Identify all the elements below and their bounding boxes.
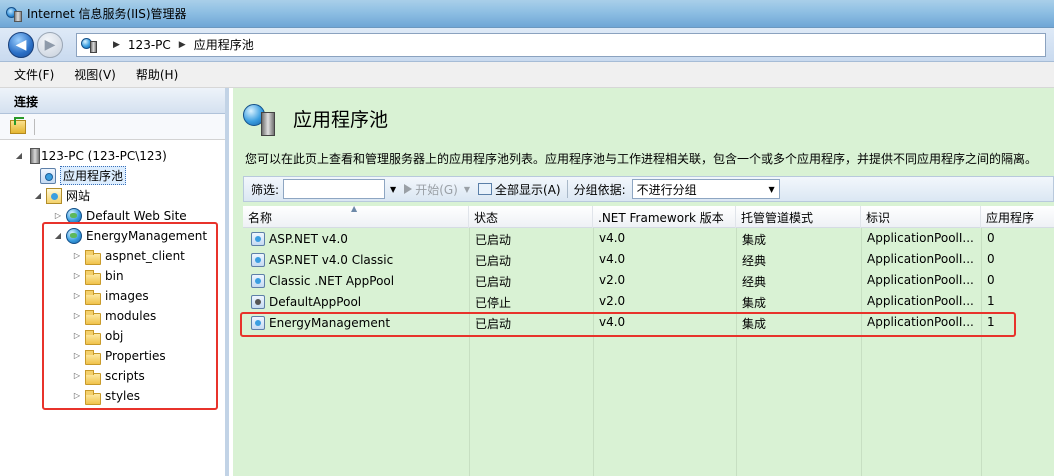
server-icon xyxy=(30,147,40,164)
chevron-right-icon: ▶ xyxy=(113,39,120,50)
page-description: 您可以在此页上查看和管理服务器上的应用程序池列表。应用程序池与工作进程相关联，包… xyxy=(245,152,1038,166)
app-pool-stopped-icon xyxy=(251,294,265,309)
app-pool-icon xyxy=(251,231,265,246)
breadcrumb-server[interactable]: 123-PC xyxy=(128,38,171,52)
sites-icon xyxy=(46,187,62,204)
window-title: Internet 信息服务(IIS)管理器 xyxy=(27,7,187,21)
table-row[interactable]: ASP.NET v4.0 Classic 已启动 v4.0 经典 Applica… xyxy=(243,249,1054,270)
address-bar: ◀ ▶ ▶ 123-PC ▶ 应用程序池 xyxy=(0,28,1054,62)
start-button[interactable]: 开始(G) xyxy=(404,181,458,198)
column-header-name[interactable]: ▲ 名称 xyxy=(243,204,469,228)
column-header-status[interactable]: 状态 xyxy=(469,206,593,228)
tree-node-app-pools[interactable]: 应用程序池 xyxy=(40,166,127,185)
start-dropdown-icon[interactable]: ▼ xyxy=(464,185,470,194)
chevron-right-icon: ▶ xyxy=(178,39,186,50)
iis-app-icon xyxy=(6,6,22,22)
connect-icon[interactable] xyxy=(10,116,26,134)
column-header-identity[interactable]: 标识 xyxy=(861,206,981,228)
show-all-icon xyxy=(478,183,493,195)
column-header-applications[interactable]: 应用程序 xyxy=(981,206,1054,228)
title-bar: Internet 信息服务(IIS)管理器 xyxy=(0,0,1054,28)
expand-icon[interactable]: ▷ xyxy=(53,211,63,220)
sort-up-icon: ▲ xyxy=(351,204,358,213)
chevron-down-icon: ▼ xyxy=(768,184,775,194)
app-pools-page: 应用程序池 您可以在此页上查看和管理服务器上的应用程序池列表。应用程序池与工作进… xyxy=(233,88,1054,476)
table-row[interactable]: Classic .NET AppPool 已启动 v2.0 经典 Applica… xyxy=(243,270,1054,291)
column-header-framework[interactable]: .NET Framework 版本 xyxy=(593,206,736,228)
highlight-box-pool xyxy=(240,312,1016,337)
table-row[interactable]: DefaultAppPool 已停止 v2.0 集成 ApplicationPo… xyxy=(243,291,1054,312)
filter-dropdown-icon[interactable]: ▼ xyxy=(390,185,396,194)
column-header-pipeline[interactable]: 托管管道模式 xyxy=(736,206,861,228)
breadcrumb-app-pools[interactable]: 应用程序池 xyxy=(194,36,254,53)
highlight-box-site xyxy=(42,222,218,410)
tree-node-sites[interactable]: ◢ 网站 xyxy=(33,186,90,205)
group-by-label: 分组依据: xyxy=(573,182,626,197)
filter-bar: 筛选: ▼ 开始(G) ▼ 全部显示(A) 分组依据: 不进行分组 ▼ xyxy=(243,176,1054,202)
app-pool-icon xyxy=(251,273,265,288)
play-icon xyxy=(404,184,413,194)
app-pool-icon xyxy=(251,252,265,267)
tree-node-server[interactable]: ◢ 123-PC (123-PC\123) xyxy=(14,146,167,165)
connections-header: 连接 xyxy=(0,88,225,114)
table-header: ▲ 名称 状态 .NET Framework 版本 托管管道模式 标识 应用程序 xyxy=(243,204,1054,228)
connections-panel: 连接 ◢ 123-PC (123-PC\123) 应用程序池 ◢ 网站 ▷ De… xyxy=(0,88,229,476)
app-pools-table: ▲ 名称 状态 .NET Framework 版本 托管管道模式 标识 应用程序… xyxy=(243,204,1054,476)
breadcrumb[interactable]: ▶ 123-PC ▶ 应用程序池 xyxy=(76,32,1046,57)
table-row[interactable]: ASP.NET v4.0 已启动 v4.0 集成 ApplicationPool… xyxy=(243,228,1054,249)
menu-view[interactable]: 视图(V) xyxy=(74,66,116,83)
app-pool-icon xyxy=(40,167,56,184)
group-by-select[interactable]: 不进行分组 ▼ xyxy=(631,179,780,199)
menu-bar: 文件(F) 视图(V) 帮助(H) xyxy=(0,62,1054,88)
menu-file[interactable]: 文件(F) xyxy=(14,66,54,83)
collapse-icon[interactable]: ◢ xyxy=(33,191,43,200)
filter-label: 筛选: xyxy=(251,182,280,197)
filter-input[interactable] xyxy=(283,179,386,199)
collapse-icon[interactable]: ◢ xyxy=(14,151,24,160)
menu-help[interactable]: 帮助(H) xyxy=(136,66,178,83)
back-button[interactable]: ◀ xyxy=(8,31,34,58)
page-header: 应用程序池 xyxy=(241,100,388,136)
server-icon xyxy=(81,37,99,53)
page-title: 应用程序池 xyxy=(293,108,389,131)
connections-toolbar xyxy=(0,114,225,140)
show-all-button[interactable]: 全部显示(A) xyxy=(478,181,561,198)
forward-button[interactable]: ▶ xyxy=(37,31,63,58)
app-pool-icon xyxy=(241,100,277,136)
